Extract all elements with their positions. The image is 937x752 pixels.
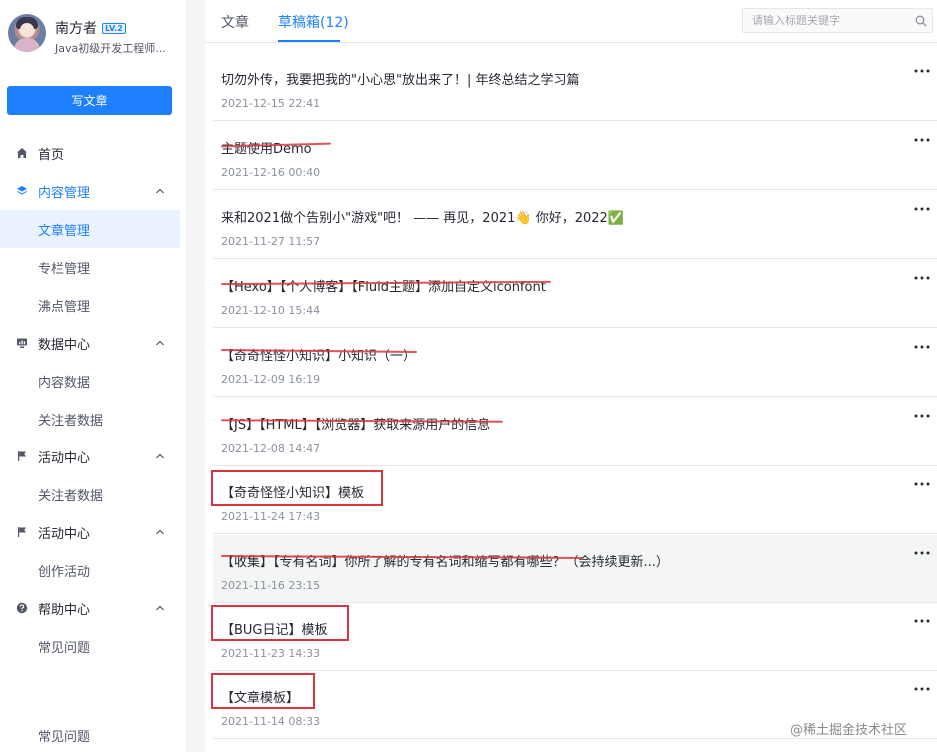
chevron-up-icon[interactable] [155, 186, 165, 196]
avatar[interactable] [8, 14, 46, 52]
sidebar-item-help-center[interactable]: 帮助中心 [0, 589, 180, 627]
more-icon[interactable] [914, 412, 930, 420]
draft-item[interactable]: 切勿外传，我要把我的"小心思"放出来了！| 年终总结之学习篇 2021-12-1… [213, 53, 937, 121]
highlight-box [211, 605, 349, 641]
draft-title[interactable]: 【奇奇怪怪小知识】小知识（一） [221, 345, 416, 364]
draft-item[interactable]: 主题使用Demo 2021-12-16 00:40 [213, 122, 937, 190]
draft-item[interactable]: 【奇奇怪怪小知识】小知识（一） 2021-12-09 16:19 [213, 329, 937, 397]
more-icon[interactable] [914, 67, 930, 75]
layers-icon [17, 186, 27, 195]
username[interactable]: 南方者 LV.2 [55, 18, 126, 38]
sidebar-item-follower-data[interactable]: 关注者数据 [0, 400, 180, 438]
draft-title[interactable]: 【Hexo】【个人博客】【Fluid主题】添加自定义iconfont [221, 276, 546, 295]
sidebar: 南方者 LV.2 Java初级开发工程师... 写文章 首页 内容管理 文章管理… [0, 0, 186, 752]
username-text[interactable]: 南方者 [55, 18, 97, 38]
draft-date: 2021-12-15 22:41 [221, 97, 321, 110]
draft-date: 2021-12-10 15:44 [221, 304, 321, 317]
chevron-up-icon[interactable] [155, 451, 165, 461]
draft-title[interactable]: 主题使用Demo [221, 138, 312, 157]
sidebar-item-label: 首页 [38, 147, 65, 163]
user-job-title: Java初级开发工程师... [55, 42, 166, 55]
more-icon[interactable] [914, 343, 930, 351]
draft-date: 2021-12-08 14:47 [221, 442, 321, 455]
user-profile[interactable]: 南方者 LV.2 Java初级开发工程师... [8, 14, 186, 58]
home-icon [17, 148, 27, 158]
draft-title[interactable]: 切勿外传，我要把我的"小心思"放出来了！| 年终总结之学习篇 [221, 69, 579, 88]
watermark: @稀土掘金技术社区 [790, 723, 908, 738]
chevron-up-icon[interactable] [155, 603, 165, 613]
draft-item[interactable]: 【奇奇怪怪小知识】模板 2021-11-24 17:43 [211, 466, 937, 534]
sidebar-item-label: 内容管理 [38, 185, 91, 201]
sidebar-item-label: 专栏管理 [38, 261, 91, 277]
more-icon[interactable] [914, 274, 930, 282]
chevron-up-icon[interactable] [155, 527, 165, 537]
draft-date: 2021-11-16 23:15 [221, 579, 321, 592]
sidebar-item-faq-bottom[interactable]: 常见问题 [38, 726, 90, 745]
sidebar-item-label: 文章管理 [38, 223, 91, 239]
search-icon[interactable] [915, 15, 927, 27]
sidebar-item-label: 创作活动 [38, 564, 91, 580]
more-icon[interactable] [914, 480, 930, 488]
write-article-button[interactable]: 写文章 [7, 86, 172, 115]
main-panel: 文章 草稿箱(12) 切勿外传，我要把我的"小心思"放出来了！| 年终总结之学习… [205, 0, 937, 752]
tab-articles[interactable]: 文章 [221, 12, 249, 32]
draft-date: 2021-12-16 00:40 [221, 166, 321, 179]
sidebar-item-label: 活动中心 [38, 526, 91, 542]
draft-date: 2021-12-09 16:19 [221, 373, 321, 386]
sidebar-item-article-management[interactable]: 文章管理 [0, 210, 180, 248]
sidebar-item-content-management[interactable]: 内容管理 [0, 172, 180, 210]
draft-date: 2021-11-27 11:57 [221, 235, 321, 248]
draft-title[interactable]: 【收集】【专有名词】你所了解的专有名词和缩写都有哪些？（会持续更新...） [221, 551, 669, 570]
sidebar-item-label: 数据中心 [38, 337, 91, 353]
more-icon[interactable] [914, 549, 930, 557]
draft-item[interactable]: 【BUG日记】模板 2021-11-23 14:33 [211, 603, 937, 671]
draft-item[interactable]: 来和2021做个告别小"游戏"吧！ —— 再见，2021👋 你好，2022✅ 2… [213, 191, 937, 259]
more-icon[interactable] [914, 685, 930, 693]
sidebar-item-follower-data-2[interactable]: 关注者数据 [0, 475, 180, 513]
help-icon [16, 602, 28, 614]
draft-title[interactable]: 来和2021做个告别小"游戏"吧！ —— 再见，2021👋 你好，2022✅ [221, 207, 624, 226]
draft-item[interactable]: 【Hexo】【个人博客】【Fluid主题】添加自定义iconfont 2021-… [213, 260, 937, 328]
draft-item[interactable]: 【收集】【专有名词】你所了解的专有名词和缩写都有哪些？（会持续更新...） 20… [213, 535, 937, 603]
active-tab-indicator [278, 40, 340, 42]
sidebar-item-label: 内容数据 [38, 375, 91, 391]
chevron-up-icon[interactable] [155, 338, 165, 348]
search-input[interactable] [752, 12, 902, 29]
flag-icon [18, 451, 26, 461]
sidebar-item-label: 活动中心 [38, 450, 91, 466]
tabs-bar: 文章 草稿箱(12) [205, 0, 937, 43]
sidebar-item-faq[interactable]: 常见问题 [0, 627, 180, 665]
sidebar-item-content-data[interactable]: 内容数据 [0, 362, 180, 400]
sidebar-item-home[interactable]: 首页 [0, 134, 180, 172]
draft-item[interactable]: 【JS】【HTML】【浏览器】获取来源用户的信息 2021-12-08 14:4… [213, 398, 937, 466]
sidebar-item-activity-center-2[interactable]: 活动中心 [0, 513, 180, 551]
sidebar-item-creative-activity[interactable]: 创作活动 [0, 551, 180, 589]
level-badge: LV.2 [102, 22, 126, 34]
sidebar-item-data-center[interactable]: 数据中心 [0, 324, 180, 362]
tab-drafts[interactable]: 草稿箱(12) [278, 12, 349, 32]
more-icon[interactable] [914, 617, 930, 625]
sidebar-item-pins-management[interactable]: 沸点管理 [0, 286, 180, 324]
more-icon[interactable] [914, 205, 930, 213]
flag-icon [18, 527, 26, 537]
sidebar-item-activity-center[interactable]: 活动中心 [0, 437, 180, 475]
sidebar-item-label: 沸点管理 [38, 299, 91, 315]
sidebar-item-label: 关注者数据 [38, 488, 104, 504]
highlight-box [211, 673, 315, 709]
search-box[interactable] [742, 8, 933, 33]
highlight-box [211, 470, 383, 506]
draft-date: 2021-11-23 14:33 [221, 647, 321, 660]
chart-icon [17, 338, 27, 348]
draft-title[interactable]: 【JS】【HTML】【浏览器】获取来源用户的信息 [221, 414, 490, 433]
draft-date: 2021-11-24 17:43 [221, 510, 321, 523]
more-icon[interactable] [914, 136, 930, 144]
draft-date: 2021-11-14 08:33 [221, 715, 321, 728]
sidebar-item-column-management[interactable]: 专栏管理 [0, 248, 180, 286]
sidebar-item-label: 帮助中心 [38, 602, 91, 618]
sidebar-item-label: 常见问题 [38, 640, 91, 656]
sidebar-item-label: 关注者数据 [38, 413, 104, 429]
